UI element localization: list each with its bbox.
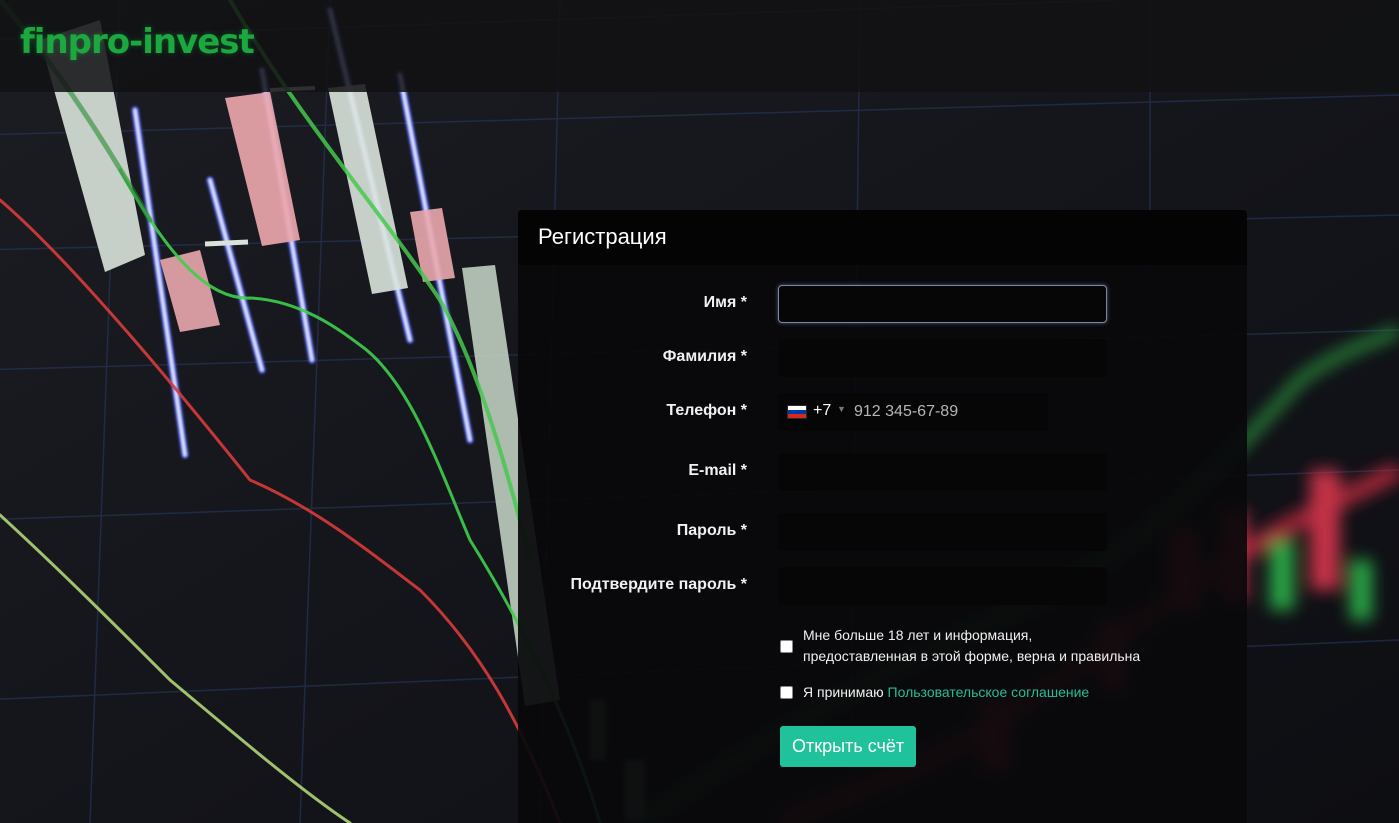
terms-consent-prefix: Я принимаю	[803, 684, 884, 700]
age-consent-text: Мне больше 18 лет и информация, предоста…	[803, 625, 1223, 667]
email-input[interactable]	[778, 453, 1107, 491]
site-logo[interactable]: finpro-invest	[20, 22, 255, 62]
country-code[interactable]: +7	[813, 402, 831, 420]
user-agreement-link[interactable]: Пользовательское соглашение	[888, 684, 1090, 700]
password-confirm-input[interactable]	[778, 567, 1107, 605]
phone-input[interactable]	[848, 393, 1043, 431]
password-label: Пароль *	[676, 522, 747, 539]
terms-consent-checkbox[interactable]	[780, 686, 793, 699]
chevron-down-icon[interactable]: ▼	[837, 404, 846, 414]
terms-consent-text: Я принимаю Пользовательское соглашение	[803, 682, 1223, 703]
registration-panel: Регистрация Имя * Фамилия * Телефон * +7…	[518, 210, 1247, 823]
password-confirm-label: Подтвердите пароль *	[570, 576, 747, 593]
age-consent-text-line2: предоставленная в этой форме, верна и пр…	[803, 648, 1141, 664]
email-label: E-mail *	[688, 462, 747, 479]
russia-flag-icon[interactable]	[787, 405, 807, 419]
age-consent-text-line1: Мне больше 18 лет и информация,	[803, 627, 1033, 643]
last-name-label: Фамилия *	[662, 348, 747, 365]
open-account-button[interactable]: Открыть счёт	[780, 726, 917, 767]
first-name-label: Имя *	[703, 294, 747, 311]
registration-title: Регистрация	[518, 210, 1247, 265]
last-name-input[interactable]	[778, 339, 1107, 377]
age-consent-checkbox[interactable]	[780, 640, 793, 653]
phone-field: +7 ▼	[778, 393, 1048, 431]
password-input[interactable]	[778, 513, 1107, 551]
phone-label: Телефон *	[666, 402, 747, 419]
first-name-input[interactable]	[778, 285, 1107, 323]
top-header-bar: finpro-invest	[0, 0, 1399, 92]
